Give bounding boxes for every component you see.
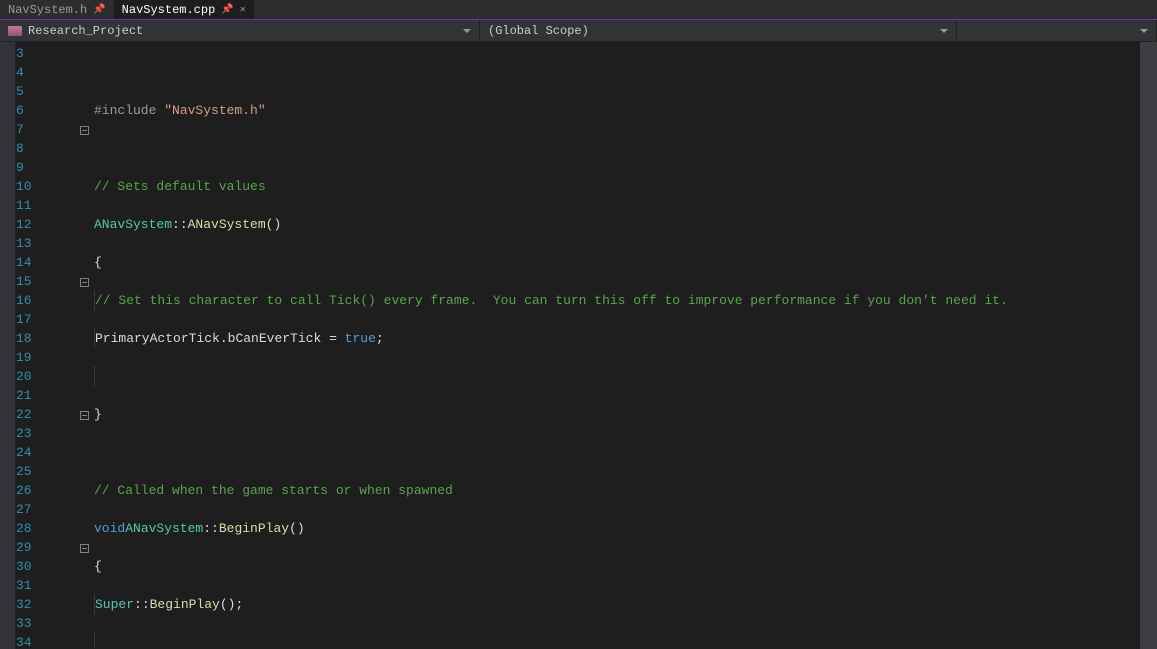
line-number: 32 xyxy=(16,595,66,614)
line-number: 25 xyxy=(16,462,66,481)
line-number: 16 xyxy=(16,291,66,310)
line-number: 26 xyxy=(16,481,66,500)
chevron-down-icon xyxy=(940,29,948,33)
navigation-bar: Research_Project (Global Scope) xyxy=(0,20,1157,42)
line-number: 34 xyxy=(16,633,66,649)
line-number: 23 xyxy=(16,424,66,443)
line-number: 8 xyxy=(16,139,66,158)
line-number: 18 xyxy=(16,329,66,348)
fold-toggle[interactable] xyxy=(80,405,94,424)
line-number: 3 xyxy=(16,44,66,63)
code-text[interactable]: #include "NavSystem.h" // Sets default v… xyxy=(94,42,1008,649)
line-number: 33 xyxy=(16,614,66,633)
line-number: 31 xyxy=(16,576,66,595)
project-name: Research_Project xyxy=(28,24,143,38)
line-number: 11 xyxy=(16,196,66,215)
project-icon xyxy=(8,26,22,36)
indicator-margin xyxy=(0,42,16,649)
line-number: 10 xyxy=(16,177,66,196)
scope-dropdown[interactable]: (Global Scope) xyxy=(480,20,957,41)
chevron-down-icon xyxy=(1140,29,1148,33)
line-number: 22 xyxy=(16,405,66,424)
line-number: 17 xyxy=(16,310,66,329)
line-number: 12 xyxy=(16,215,66,234)
code-area[interactable]: 3456789101112131415161718192021222324252… xyxy=(16,42,1157,649)
line-number: 9 xyxy=(16,158,66,177)
vertical-scrollbar[interactable] xyxy=(1140,42,1157,649)
project-dropdown[interactable]: Research_Project xyxy=(0,20,480,41)
file-tab-navsystem-cpp[interactable]: NavSystem.cpp 📌 ✕ xyxy=(114,0,254,19)
line-number: 27 xyxy=(16,500,66,519)
line-number: 29 xyxy=(16,538,66,557)
tab-bar: NavSystem.h 📌 NavSystem.cpp 📌 ✕ xyxy=(0,0,1157,20)
line-number: 15 xyxy=(16,272,66,291)
line-number: 30 xyxy=(16,557,66,576)
line-number: 4 xyxy=(16,63,66,82)
line-number: 21 xyxy=(16,386,66,405)
pin-icon[interactable]: 📌 xyxy=(221,4,233,16)
line-number: 20 xyxy=(16,367,66,386)
line-number-gutter: 3456789101112131415161718192021222324252… xyxy=(16,42,80,649)
line-number: 14 xyxy=(16,253,66,272)
fold-column xyxy=(80,42,94,649)
line-number: 7 xyxy=(16,120,66,139)
fold-toggle[interactable] xyxy=(80,272,94,291)
line-number: 5 xyxy=(16,82,66,101)
file-tab-navsystem-h[interactable]: NavSystem.h 📌 xyxy=(0,0,114,19)
pin-icon[interactable]: 📌 xyxy=(93,4,105,16)
line-number: 19 xyxy=(16,348,66,367)
chevron-down-icon xyxy=(463,29,471,33)
fold-toggle[interactable] xyxy=(80,538,94,557)
line-number: 28 xyxy=(16,519,66,538)
close-icon[interactable]: ✕ xyxy=(240,4,246,16)
line-number: 6 xyxy=(16,101,66,120)
tab-label: NavSystem.cpp xyxy=(122,3,216,17)
scope-label: (Global Scope) xyxy=(488,24,589,38)
fold-toggle[interactable] xyxy=(80,120,94,139)
editor: 3456789101112131415161718192021222324252… xyxy=(0,42,1157,649)
member-dropdown[interactable] xyxy=(957,20,1157,41)
line-number: 24 xyxy=(16,443,66,462)
line-number: 13 xyxy=(16,234,66,253)
tab-label: NavSystem.h xyxy=(8,3,87,17)
